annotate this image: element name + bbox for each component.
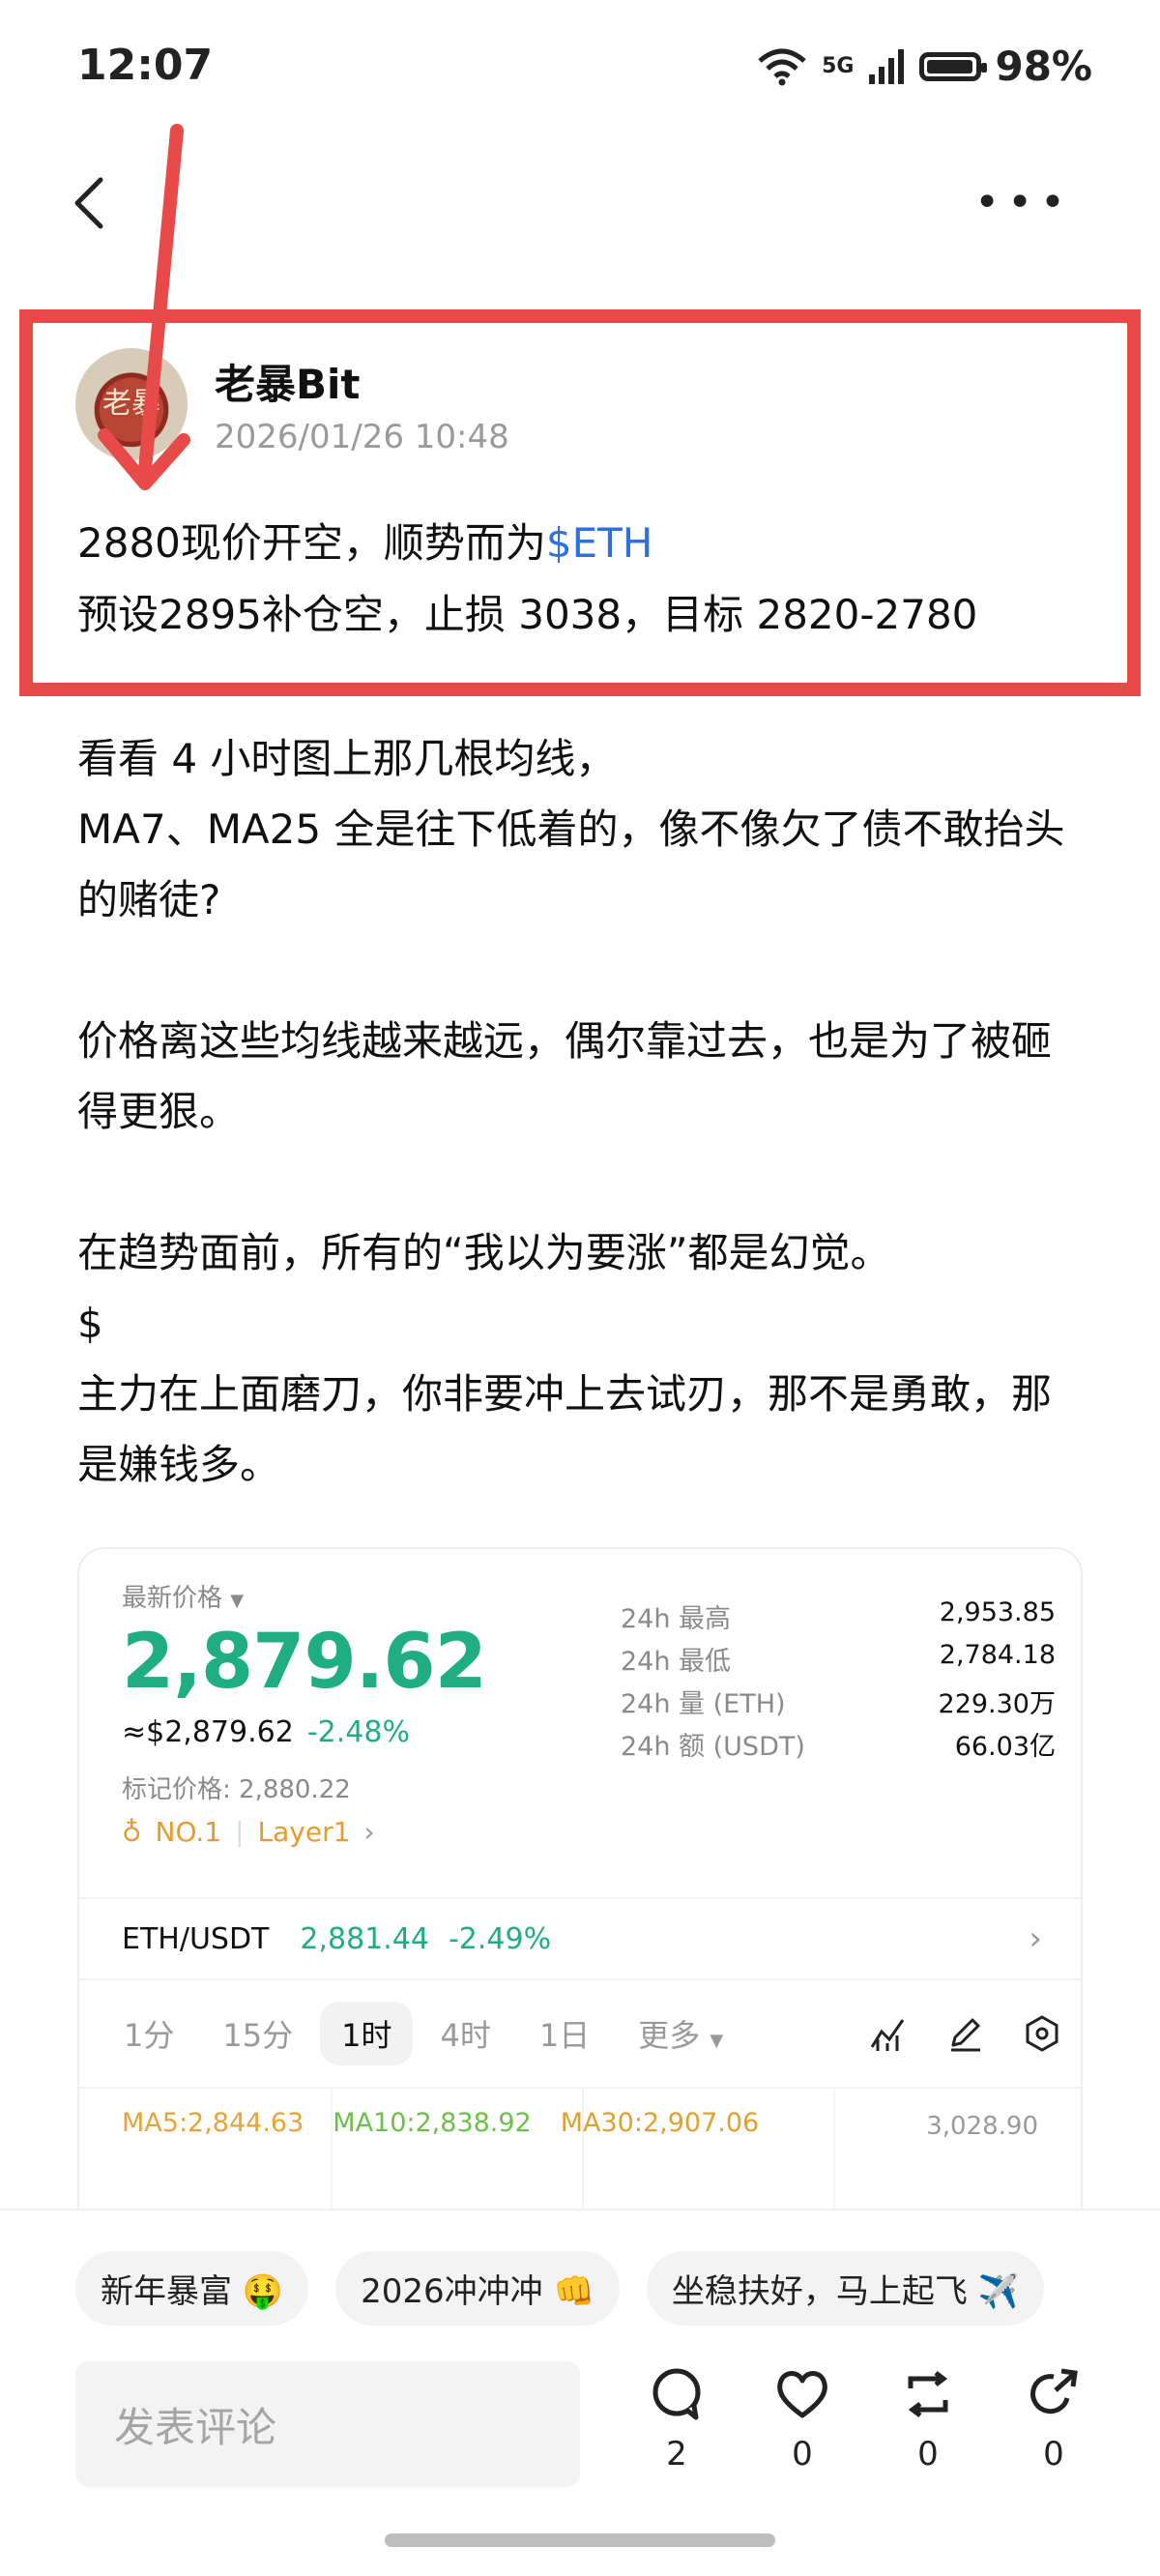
last-price: 2,879.62 — [122, 1619, 487, 1706]
annotation-arrow-icon — [98, 124, 190, 490]
tab-timeframe-1h[interactable]: 1时 — [320, 2002, 414, 2065]
pair-name: ETH/USDT — [122, 1921, 270, 1956]
body-line: $ — [77, 1300, 103, 1347]
repost-count: 0 — [917, 2435, 939, 2474]
body-line: 主力在上面磨刀，你非要冲上去试刃，那不是勇敢，那是嫌钱多。 — [77, 1370, 1053, 1488]
rank-label: NO.1 — [155, 1816, 222, 1848]
post-body: 看看 4 小时图上那几根均线， MA7、MA25 全是往下低着的，像不像欠了债不… — [77, 723, 1083, 1500]
tag-list: 新年暴富 🤑 2026冲冲冲 👊 坐稳扶好，马上起飞 ✈️ — [75, 2251, 1044, 2326]
repost-icon — [908, 2371, 948, 2417]
draw-pen-icon[interactable] — [945, 2014, 984, 2053]
pair-row[interactable]: ETH/USDT 2,881.44 -2.49% › — [79, 1897, 1081, 1980]
like-button[interactable]: 0 — [764, 2365, 841, 2474]
like-count: 0 — [792, 2435, 813, 2474]
home-indicator[interactable] — [385, 2533, 775, 2547]
ma10-label: MA10:2,838.92 — [333, 2108, 532, 2138]
stat-row: 24h 最低 2,784.18 — [621, 1640, 1056, 1677]
heart-icon — [777, 2371, 827, 2418]
body-line: MA7、MA25 全是往下低着的，像不像欠了债不敢抬头的赌徒? — [77, 805, 1065, 923]
category-label: Layer1 — [257, 1816, 351, 1848]
comment-bubble-icon — [652, 2368, 701, 2420]
settings-hexagon-icon[interactable] — [1023, 2014, 1061, 2053]
stat-row: 24h 额 (USDT) 66.03亿 — [621, 1732, 1056, 1762]
chevron-right-icon: › — [363, 1816, 375, 1848]
tab-timeframe-4h[interactable]: 4时 — [419, 2002, 511, 2065]
ma30-label: MA30:2,907.06 — [560, 2108, 760, 2138]
comment-button[interactable]: 2 — [638, 2365, 715, 2474]
tag-chip[interactable]: 新年暴富 🤑 — [75, 2251, 309, 2326]
tag-chip[interactable]: 2026冲冲冲 👊 — [335, 2251, 620, 2326]
share-icon — [1030, 2368, 1078, 2415]
ma5-label: MA5:2,844.63 — [122, 2108, 304, 2138]
body-line: 价格离这些均线越来越远，偶尔靠过去，也是为了被砸得更狠。 — [77, 1017, 1053, 1135]
stat-row: 24h 最高 2,953.85 — [621, 1597, 1056, 1634]
bottom-bar: 新年暴富 🤑 2026冲冲冲 👊 坐稳扶好，马上起飞 ✈️ 发表评论 2 0 0 — [0, 2209, 1160, 2576]
stat-row: 24h 量 (ETH) 229.30万 — [621, 1689, 1056, 1719]
tab-timeframe-more[interactable]: 更多 ▼ — [617, 2002, 744, 2065]
tab-timeframe-15m[interactable]: 15分 — [201, 2002, 314, 2065]
pair-change: -2.49% — [448, 1921, 552, 1956]
comment-count: 2 — [666, 2435, 687, 2474]
share-count: 0 — [1043, 2435, 1064, 2474]
tab-timeframe-1d[interactable]: 1日 — [518, 2002, 611, 2065]
share-button[interactable]: 0 — [1015, 2365, 1092, 2474]
ma-legend: MA5:2,844.63 MA10:2,838.92 MA30:2,907.06 — [122, 2108, 759, 2138]
rank-row[interactable]: ♁ NO.1 | Layer1 › — [122, 1816, 375, 1848]
body-line: 看看 4 小时图上那几根均线， — [77, 735, 617, 782]
tab-timeframe-1m[interactable]: 1分 — [102, 2002, 195, 2065]
chevron-right-icon: › — [1029, 1919, 1042, 1958]
tag-chip[interactable]: 坐稳扶好，马上起飞 ✈️ — [646, 2251, 1044, 2326]
approx-price: ≈$2,879.62 -2.48% — [122, 1715, 410, 1749]
comment-input[interactable]: 发表评论 — [75, 2361, 580, 2487]
caret-down-icon: ▼ — [230, 1591, 245, 1611]
latest-price-label[interactable]: 最新价格 ▼ — [122, 1578, 244, 1614]
pair-price: 2,881.44 — [300, 1921, 429, 1956]
body-line: 在趋势面前，所有的“我以为要涨”都是幻觉。 — [77, 1229, 891, 1276]
repost-button[interactable]: 0 — [889, 2365, 967, 2474]
timeframe-row: 1分 15分 1时 4时 1日 更多 ▼ — [79, 1980, 1081, 2089]
price-change: -2.48% — [306, 1715, 410, 1749]
indicator-icon[interactable] — [868, 2014, 907, 2053]
y-axis-tick: 3,028.90 — [926, 2112, 1038, 2141]
flame-icon: ♁ — [122, 1816, 142, 1848]
market-card[interactable]: 最新价格 ▼ 2,879.62 ≈$2,879.62 -2.48% 标记价格: 2… — [77, 1547, 1083, 2282]
mark-price: 标记价格: 2,880.22 — [122, 1775, 351, 1804]
